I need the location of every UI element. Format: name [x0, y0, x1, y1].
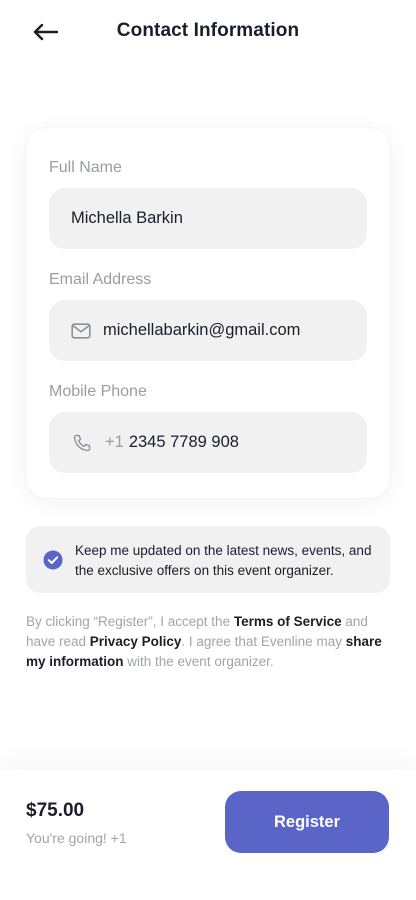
legal-text-4: with the event organizer. — [123, 654, 274, 669]
mail-icon — [71, 320, 91, 342]
mobile-phone-label: Mobile Phone — [49, 383, 147, 400]
legal-text-3: . I agree that Evenline may — [181, 634, 346, 649]
register-button[interactable]: Register — [225, 791, 389, 853]
country-code[interactable]: +1 — [105, 433, 124, 452]
contact-information-screen: Contact Information Full Name Email Addr… — [0, 0, 416, 900]
header: Contact Information — [0, 0, 416, 64]
full-name-field[interactable] — [49, 188, 367, 249]
legal-notice: By clicking “Register”, I accept the Ter… — [26, 612, 392, 672]
attendee-status: You're going! +1 — [26, 830, 127, 846]
newsletter-consent[interactable]: Keep me updated on the latest news, even… — [26, 526, 390, 593]
consent-text: Keep me updated on the latest news, even… — [75, 543, 372, 578]
privacy-policy-link[interactable]: Privacy Policy — [90, 634, 182, 649]
mobile-phone-input[interactable] — [128, 433, 329, 452]
contact-form-card: Full Name Email Address Mobile Phone +1 — [26, 128, 390, 498]
ticket-price: $75.00 — [26, 800, 85, 821]
legal-text-1: By clicking “Register”, I accept the — [26, 614, 234, 629]
page-title: Contact Information — [116, 20, 300, 41]
terms-of-service-link[interactable]: Terms of Service — [234, 614, 342, 629]
checkbox-checked-icon[interactable] — [43, 550, 63, 570]
full-name-label: Full Name — [49, 159, 122, 176]
full-name-input[interactable] — [71, 209, 367, 228]
phone-icon — [71, 432, 93, 454]
email-field[interactable] — [49, 300, 367, 361]
email-label: Email Address — [49, 271, 152, 288]
checkout-bar: $75.00 You're going! +1 Register — [0, 770, 416, 900]
email-input[interactable] — [103, 321, 367, 340]
mobile-phone-field[interactable]: +1 — [49, 412, 367, 473]
